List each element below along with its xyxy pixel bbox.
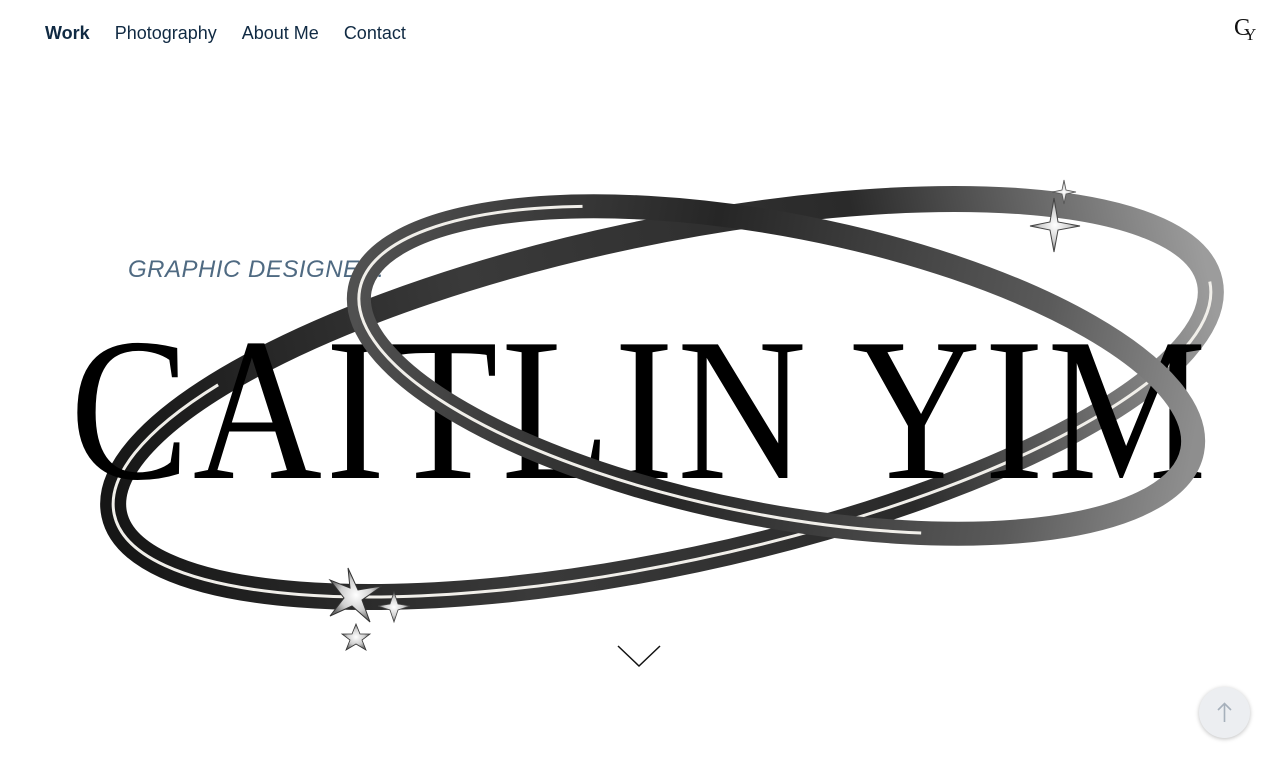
scroll-down-button[interactable] — [616, 642, 662, 670]
back-to-top-button[interactable] — [1199, 687, 1250, 738]
arrow-up-icon — [1217, 702, 1232, 722]
chevron-down-icon — [617, 645, 661, 668]
